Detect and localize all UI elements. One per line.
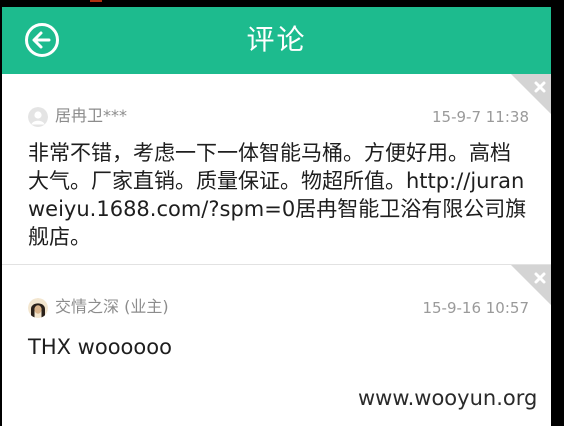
default-user-icon [28, 107, 48, 127]
app-screen: 评论 居冉卫*** 15-9-7 11:38 非常不错，考虑一下一体智能马桶。方… [2, 7, 551, 426]
comment-time: 15-9-16 10:57 [422, 299, 529, 317]
page-title: 评论 [246, 23, 307, 56]
watermark: www.wooyun.org [358, 386, 538, 410]
comment-time: 15-9-7 11:38 [432, 108, 529, 126]
status-bar-mark [90, 0, 102, 2]
title-bar: 评论 [2, 7, 551, 74]
comment-text: THX woooooo [28, 335, 172, 359]
comment-author: 居冉卫*** [55, 106, 128, 125]
comment-text: 非常不错，考虑一下一体智能马桶。方便好用。高档大气。厂家直销。质量保证。物超所值… [28, 141, 527, 249]
comment-item: 居冉卫*** 15-9-7 11:38 非常不错，考虑一下一体智能马桶。方便好用… [2, 74, 551, 264]
user-photo-avatar [28, 298, 48, 318]
comment-author: 交情之深 (业主) [55, 297, 169, 316]
